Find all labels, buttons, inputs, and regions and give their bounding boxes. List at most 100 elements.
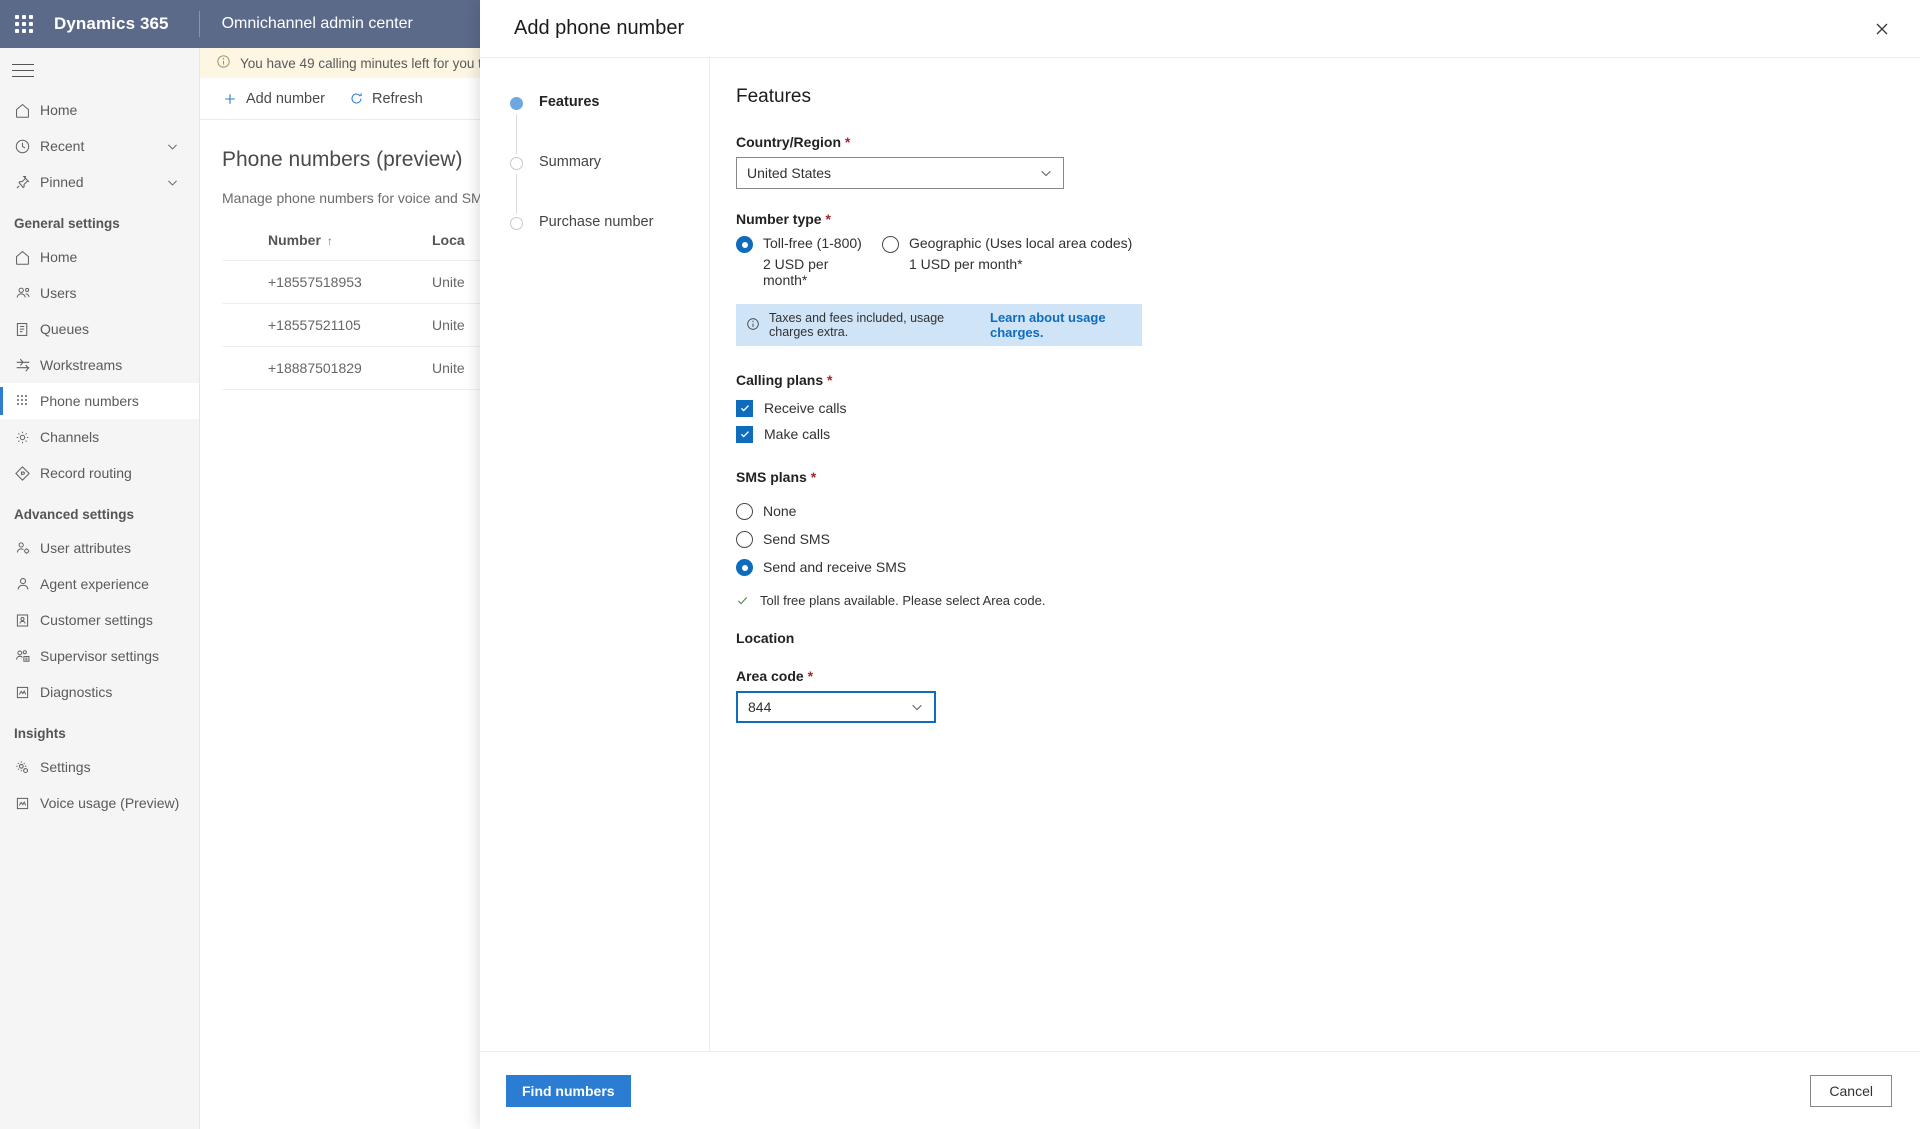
step-features[interactable]: Features [510, 94, 709, 154]
sidebar-group-title: Advanced settings [14, 507, 135, 522]
sms-availability-note: Toll free plans available. Please select… [736, 593, 1920, 608]
voice-usage-icon [14, 794, 40, 812]
sms-option-none[interactable]: None [736, 497, 1920, 525]
dialog-header: Add phone number [480, 0, 1920, 58]
refresh-button[interactable]: Refresh [349, 91, 423, 107]
sidebar-item-insights-settings[interactable]: Settings [0, 749, 199, 785]
sidebar-item-label: Supervisor settings [40, 648, 160, 664]
sidebar-item-home[interactable]: Home [0, 239, 199, 275]
sidebar-item-channels[interactable]: Channels [0, 419, 199, 455]
checkbox-label: Receive calls [764, 400, 847, 416]
chevron-down-icon[interactable] [166, 140, 179, 153]
sidebar-item-label: Settings [40, 759, 91, 775]
sidebar: Home Recent Pinned General settings Home [0, 48, 200, 1129]
sms-option-send-and-receive-sms[interactable]: Send and receive SMS [736, 553, 1920, 581]
trial-notification-text: You have 49 calling minutes left for you… [240, 55, 515, 71]
sidebar-item-agent-experience[interactable]: Agent experience [0, 566, 199, 602]
location-section: Location [736, 630, 1920, 646]
sidebar-item-label: User attributes [40, 540, 132, 556]
sidebar-item-label: Users [40, 285, 77, 301]
sms-plans-label: SMS plans * [736, 469, 817, 485]
location-heading: Location [736, 630, 795, 646]
calling-plans-label: Calling plans * [736, 372, 833, 388]
diagnostics-icon [14, 683, 40, 701]
column-header-location[interactable]: Loca [432, 232, 465, 248]
topbar-divider [198, 11, 200, 37]
sidebar-item-recent[interactable]: Recent [0, 128, 199, 164]
record-routing-icon [14, 464, 40, 482]
sidebar-group-title: General settings [14, 216, 120, 231]
hamburger-icon[interactable] [0, 48, 199, 92]
sidebar-item-label: Pinned [40, 174, 84, 190]
sidebar-item-label: Workstreams [40, 357, 123, 373]
sidebar-item-user-attributes[interactable]: User attributes [0, 530, 199, 566]
brand-title[interactable]: Dynamics 365 [54, 14, 169, 34]
sidebar-item-supervisor-settings[interactable]: Supervisor settings [0, 638, 199, 674]
sidebar-item-pinned[interactable]: Pinned [0, 164, 199, 200]
radio-icon[interactable] [736, 531, 753, 548]
cancel-button[interactable]: Cancel [1810, 1074, 1892, 1107]
area-code-dropdown[interactable]: 844 [736, 691, 936, 723]
add-number-button[interactable]: Add number [222, 91, 325, 107]
number-type-option-geographic[interactable]: Geographic (Uses local area codes) 1 USD… [882, 235, 1132, 288]
phone-numbers-icon [14, 392, 40, 410]
number-type-field: Number type * Toll-free (1-800) 2 USD pe… [736, 211, 1920, 346]
sidebar-item-label: Diagnostics [40, 684, 113, 700]
customer-settings-icon [14, 611, 40, 629]
sidebar-item-workstreams[interactable]: Workstreams [0, 347, 199, 383]
close-icon[interactable] [1866, 13, 1898, 45]
wizard-stepper: Features Summary Purchase number [480, 58, 710, 1051]
info-banner-text: Taxes and fees included, usage charges e… [769, 311, 945, 339]
sidebar-item-users[interactable]: Users [0, 275, 199, 311]
option-price: 2 USD per month* [763, 256, 829, 288]
required-asterisk: * [825, 211, 831, 227]
option-label: Geographic (Uses local area codes) [909, 235, 1133, 251]
dialog-body: Features Summary Purchase number Feature… [480, 58, 1920, 1051]
dialog-title: Add phone number [514, 17, 685, 39]
sidebar-item-queues[interactable]: Queues [0, 311, 199, 347]
gear-icon [14, 428, 40, 446]
checkbox-checked-icon[interactable] [736, 399, 753, 417]
sidebar-item-label: Home [40, 249, 78, 265]
step-summary[interactable]: Summary [510, 154, 709, 214]
sidebar-item-label: Home [40, 102, 78, 118]
app-name[interactable]: Omnichannel admin center [222, 15, 413, 33]
sidebar-item-record-routing[interactable]: Record routing [0, 455, 199, 491]
info-icon [216, 54, 231, 72]
sidebar-item-diagnostics[interactable]: Diagnostics [0, 674, 199, 710]
users-icon [14, 284, 40, 302]
area-code-label: Area code * [736, 668, 814, 684]
sidebar-item-voice-usage[interactable]: Voice usage (Preview) [0, 785, 199, 821]
sidebar-item-phone-numbers[interactable]: Phone numbers [0, 383, 199, 419]
sidebar-item-customer-settings[interactable]: Customer settings [0, 602, 199, 638]
country-region-dropdown[interactable]: United States [736, 157, 1064, 189]
features-pane: Features Country/Region * United States … [710, 58, 1920, 1051]
sms-option-send-sms[interactable]: Send SMS [736, 525, 1920, 553]
radio-icon[interactable] [736, 503, 753, 520]
radio-icon[interactable] [736, 236, 753, 253]
refresh-icon [349, 91, 364, 106]
step-connector [516, 174, 517, 214]
checkbox-checked-icon[interactable] [736, 425, 753, 443]
radio-icon[interactable] [882, 236, 899, 253]
step-purchase-number[interactable]: Purchase number [510, 214, 709, 274]
checkbox-label: Make calls [764, 426, 831, 442]
find-numbers-button[interactable]: Find numbers [506, 1074, 631, 1107]
usage-charges-info-banner: Taxes and fees included, usage charges e… [736, 304, 1142, 346]
sidebar-item-home-quick[interactable]: Home [0, 92, 199, 128]
radio-icon[interactable] [736, 559, 753, 576]
checkbox-make-calls[interactable]: Make calls [736, 421, 1920, 447]
column-header-number[interactable]: Number ↑ [222, 232, 432, 248]
chevron-down-icon[interactable] [166, 176, 179, 189]
add-number-label: Add number [246, 90, 325, 107]
cell-location: Unite [432, 317, 465, 333]
app-launcher-icon[interactable] [0, 0, 48, 48]
cell-number: +18887501829 [268, 360, 362, 376]
info-icon [746, 317, 760, 334]
number-type-option-toll-free[interactable]: Toll-free (1-800) 2 USD per month* [736, 235, 864, 288]
required-asterisk: * [810, 469, 817, 485]
sidebar-item-label: Record routing [40, 465, 132, 481]
step-dot-icon [510, 217, 523, 230]
checkbox-receive-calls[interactable]: Receive calls [736, 395, 1920, 421]
learn-about-usage-charges-link[interactable]: Learn about usage charges. [990, 310, 1132, 340]
